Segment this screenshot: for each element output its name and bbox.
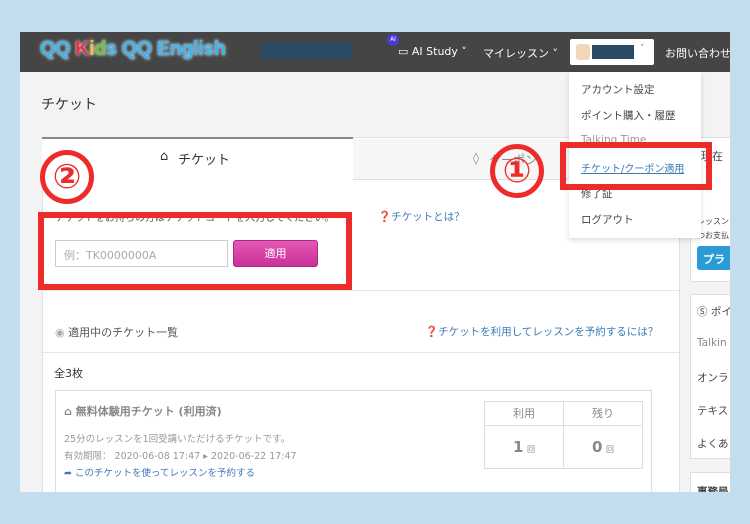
divider [43,290,679,291]
nav-ai-study[interactable]: ▭ AI Study ˅ [398,45,467,58]
sidebar-item-online[interactable]: オンラ [697,370,729,385]
what-is-ticket-link[interactable]: ❓チケットとは？ [378,209,465,224]
redacted-name [262,43,352,59]
sidebar-menu: Ⓢ ポイ Talkin オンラ テキス よくあ [690,294,730,459]
ticket-icon: ⌂ [160,149,169,164]
ticket-card: ⌂ 無料体験用チケット (利用済) 25分のレッスンを1回受講いただけるチケット… [55,390,652,492]
active-tickets-header: ◉ 適用中のチケット一覧 [55,326,179,339]
coin-icon: Ⓢ [697,306,711,318]
nav-my-lessons[interactable]: マイレッスン ˅ [483,45,558,61]
highlight-box-step2 [38,212,352,290]
help-icon: ❓ [378,211,392,223]
menu-item-logout[interactable]: ログアウト [581,212,634,227]
browser-screenshot: QQ Kids QQ English AI ▭ AI Study ˅ マイレッス… [20,32,730,492]
sidebar-item-text[interactable]: テキス [697,403,728,418]
logo[interactable]: QQ Kids QQ English [40,38,226,61]
usage-table: 利用 残り 1 回 0 回 [484,401,643,469]
ticket-description: 25分のレッスンを1回受講いただけるチケットです。 [64,434,291,445]
page-title: チケット [41,97,97,113]
book-with-ticket-link[interactable]: ➦ このチケットを使ってレッスンを予約する [64,465,255,479]
menu-item-account[interactable]: アカウント設定 [581,82,655,97]
left-count: 0 回 [592,438,614,456]
used-count: 1 回 [485,426,564,468]
ticket-icon: ⌂ [64,405,76,418]
avatar [576,44,590,60]
highlight-box-step1 [560,142,712,190]
user-menu-button[interactable]: ˅ [570,39,654,65]
help-icon: ❓ [425,326,439,338]
col-used-header: 利用 [485,402,564,426]
office-box: 事務局 [690,472,730,492]
circle-icon: ◉ [55,326,69,339]
chat-icon: ▭ [398,45,412,58]
col-left-header: 残り [564,402,642,426]
step1-marker: ① [490,144,544,198]
share-arrow-icon: ➦ [64,468,75,479]
ticket-name: ⌂ 無料体験用チケット (利用済) [64,405,222,418]
nav-contact[interactable]: お問い合わせ [665,45,730,61]
coupon-icon: ◊ [473,151,479,165]
top-nav: QQ Kids QQ English AI ▭ AI Study ˅ マイレッス… [20,32,730,72]
ticket-count: 全3枚 [54,367,83,380]
sidebar-item-faq[interactable]: よくあ [697,436,729,451]
sidebar-item-talking[interactable]: Talkin [697,337,727,349]
chevron-down-icon: ˅ [640,44,645,54]
divider [43,352,679,353]
how-to-book-link[interactable]: ❓チケットを利用してレッスンを予約するには？ [425,324,658,339]
redacted-username [592,45,634,59]
sidebar-item-points[interactable]: Ⓢ ポイ [697,304,730,319]
ticket-validity: 有効期限： 2020-06-08 17:47 ▸ 2020-06-22 17:4… [64,451,297,462]
plan-button[interactable]: プラ [697,246,730,270]
menu-item-points[interactable]: ポイント購入・履歴 [581,108,676,123]
step2-marker: ② [40,150,94,204]
